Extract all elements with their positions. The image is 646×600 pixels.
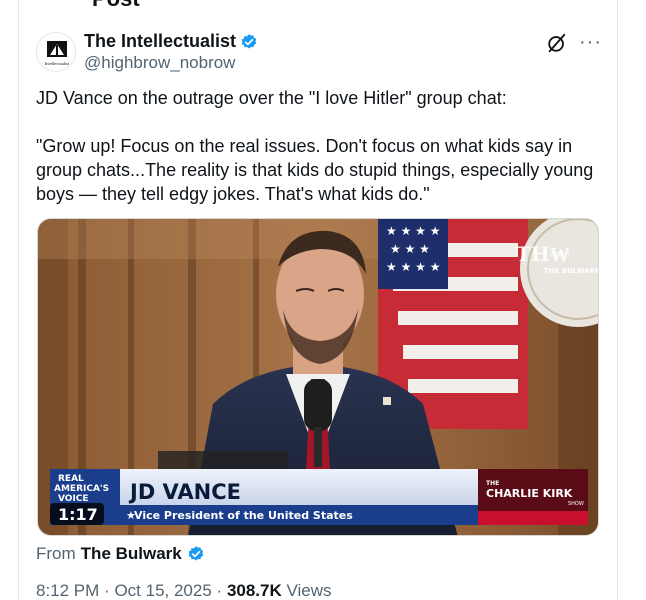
watermark: THE BULWARK [544,267,599,275]
channel-line1: REAL [58,474,84,484]
source-name[interactable]: The Bulwark [81,544,182,564]
verified-badge-icon [188,546,204,561]
verified-badge-icon [241,33,257,49]
tweet-text: JD Vance on the outrage over the "I love… [36,88,594,204]
grok-icon[interactable] [546,32,568,54]
lower-third-title: Vice President of the United States [134,509,353,522]
avatar-logo-icon: Intellectualist [37,33,75,71]
show-name: CHARLIE KIRK [486,487,573,500]
more-options-icon[interactable]: ··· [579,32,602,52]
channel-line3: VOICE [58,494,89,504]
video-duration: 1:17 [58,505,98,524]
channel-line2: AMERICA'S [54,484,109,494]
svg-text:★ ★ ★ ★: ★ ★ ★ ★ [386,224,440,238]
tweet-header: Intellectualist The Intellectualist @hig… [36,28,606,78]
watermark-text-large: TH₩ [516,242,570,266]
lower-third: REAL AMERICA'S VOICE JD VANCE ★ Vice Pre… [50,469,588,525]
lower-third-name: JD VANCE [128,480,241,504]
page-title: Post [92,0,140,12]
views-label: Views [286,581,332,600]
meta-separator: · [216,581,223,600]
video-player[interactable]: ★ ★ ★ ★ ★ ★ ★ ★ ★ ★ ★ TH₩ THE BULWARK RE… [37,218,599,536]
source-prefix: From [36,544,76,563]
post-time[interactable]: 8:12 PM [36,581,99,600]
meta-separator: · [104,581,110,600]
svg-text:★ ★ ★ ★: ★ ★ ★ ★ [386,260,440,274]
avatar-label: Intellectualist [45,61,70,66]
avatar[interactable]: Intellectualist [36,32,76,72]
post-date[interactable]: Oct 15, 2025 [114,581,211,600]
svg-text:★ ★ ★: ★ ★ ★ [390,242,430,256]
tweet-meta: 8:12 PM · Oct 15, 2025 · 308.7K Views [36,581,332,600]
author-name-row: The Intellectualist [84,31,258,52]
video-frame[interactable]: ★ ★ ★ ★ ★ ★ ★ ★ ★ ★ ★ TH₩ THE BULWARK RE… [38,219,599,536]
author-handle[interactable]: @highbrow_nobrow [84,53,235,73]
show-small: THE [486,480,499,487]
source-attribution: From The Bulwark [36,544,205,564]
author-name[interactable]: The Intellectualist [84,31,236,52]
show-sub: SHOW [568,501,584,507]
views-count: 308.7K [226,581,282,600]
